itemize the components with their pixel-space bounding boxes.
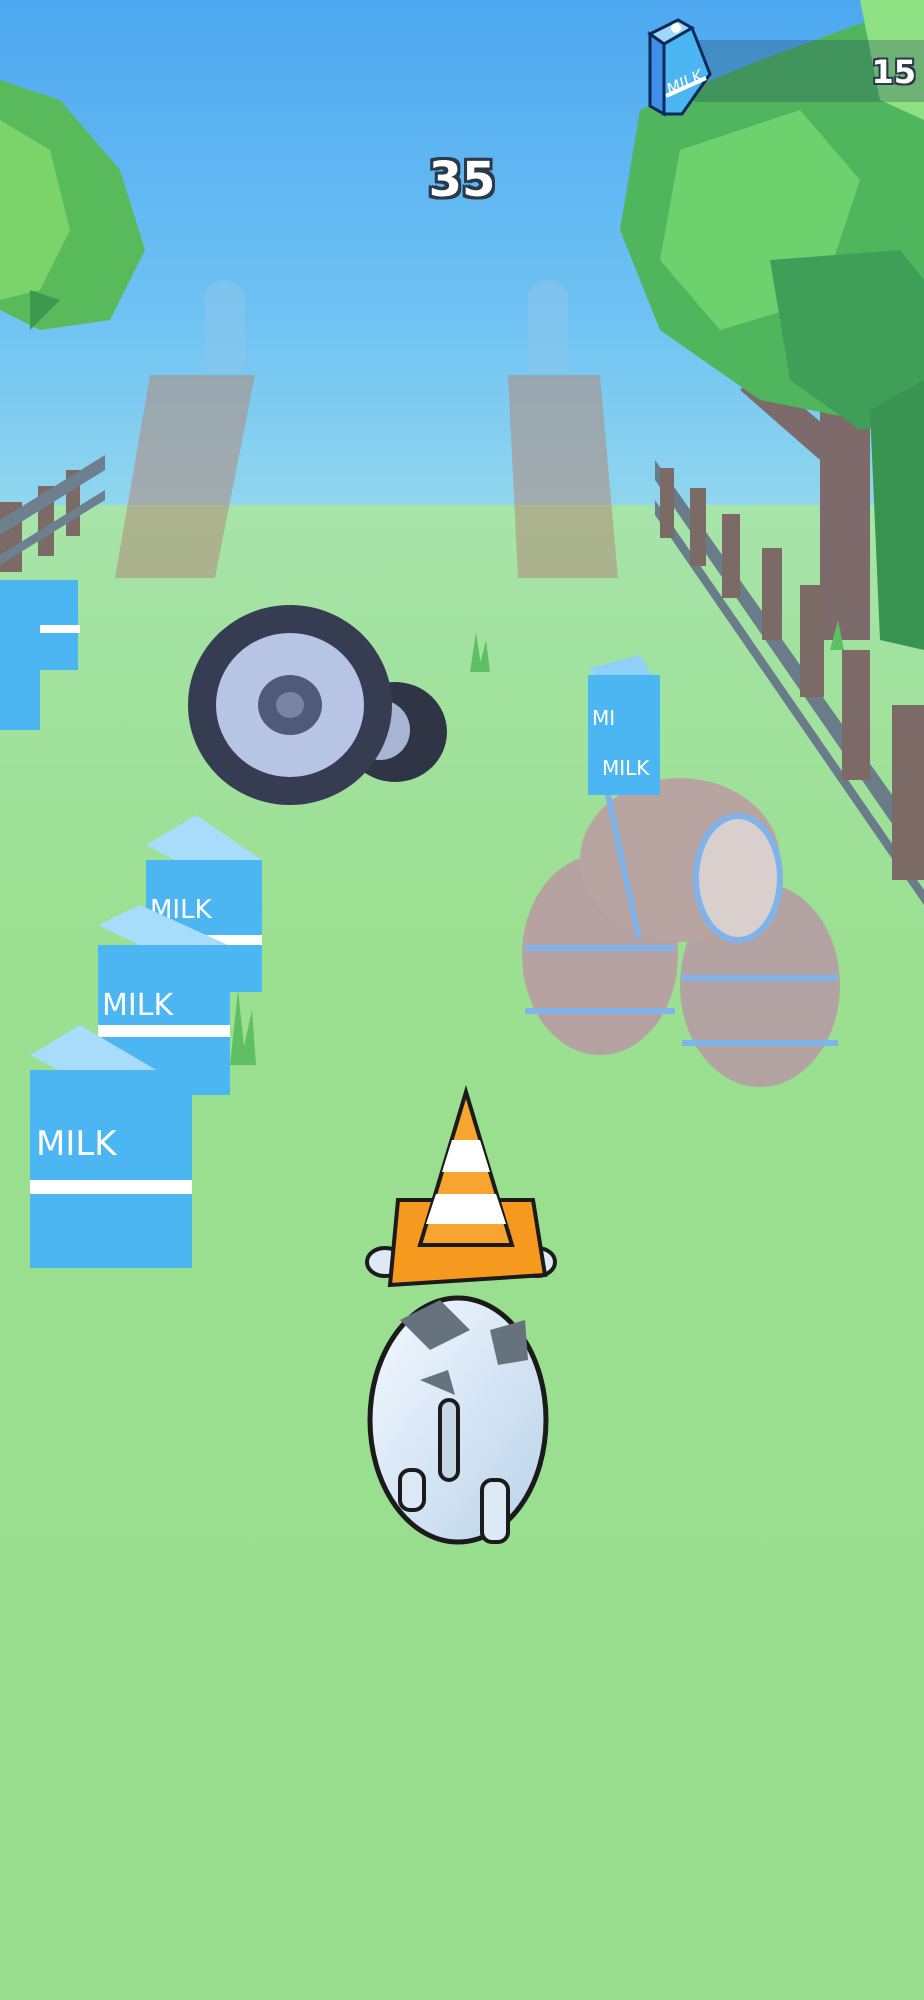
svg-text:MILK: MILK [602, 756, 650, 780]
svg-text:MILK: MILK [102, 988, 174, 1023]
game-scene: MI MILK MILK MILK MILK [0, 0, 924, 2000]
milk-cartons-right: MI MILK [588, 655, 660, 795]
carton-text: MI [592, 706, 615, 730]
svg-text:MILK: MILK [36, 1124, 118, 1164]
score-counter: 35 [428, 152, 496, 208]
milk-carton-icon: MILK [647, 18, 712, 117]
milk-count: 15 [871, 53, 916, 91]
